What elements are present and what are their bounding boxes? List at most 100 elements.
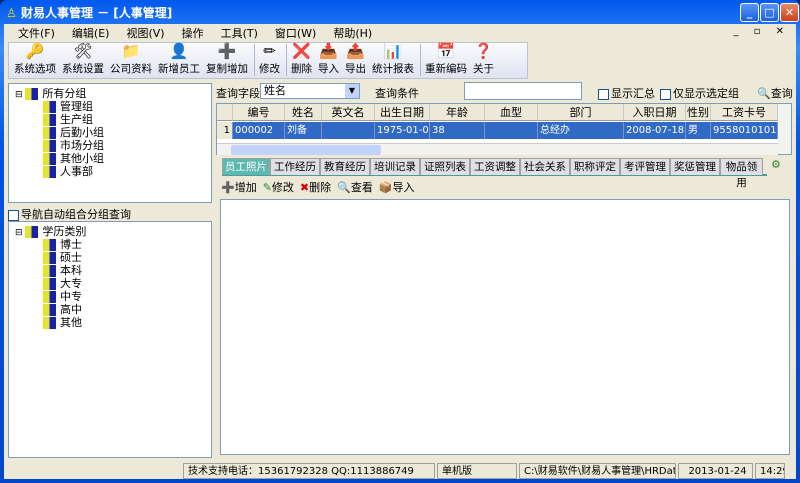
sub-toolbar-button[interactable]: ✖删除	[300, 179, 331, 195]
query-cond-input[interactable]	[464, 82, 582, 100]
search-button[interactable]: 🔍查询	[757, 85, 793, 101]
tree-root[interactable]: ⊟ 学历类别	[15, 225, 211, 238]
tab[interactable]: 考评管理	[620, 158, 670, 175]
nav-auto-combine-checkbox[interactable]: 导航自动组合分组查询	[8, 206, 131, 222]
column-header[interactable]: 入职日期	[624, 104, 686, 121]
menu-item[interactable]: 操作	[182, 25, 204, 41]
table-cell[interactable]	[485, 122, 538, 139]
tab[interactable]: 物品领用	[720, 158, 763, 189]
chevron-down-icon[interactable]: ▼	[345, 84, 359, 98]
column-header[interactable]: 性别	[686, 104, 711, 121]
tab[interactable]: 社会关系	[520, 158, 570, 175]
toolbar-button[interactable]: ✏ 修改	[259, 41, 280, 78]
toolbar-button[interactable]: 📥 导入	[318, 41, 339, 78]
tree-root[interactable]: ⊟ 所有分组	[15, 87, 211, 100]
toolbar-button[interactable]: ❓ 关于	[473, 41, 494, 78]
tree-item[interactable]: 管理组	[15, 100, 211, 113]
tab[interactable]: 工资调整	[470, 158, 520, 175]
toolbar-separator	[286, 44, 287, 76]
tree-item[interactable]: 后勤小组	[15, 126, 211, 139]
tree-item[interactable]: 市场分组	[15, 139, 211, 152]
query-field-select[interactable]: 姓名 ▼	[260, 83, 360, 99]
table-cell[interactable]	[322, 122, 375, 139]
table-cell[interactable]: 2008-07-18	[624, 122, 686, 139]
tree-item[interactable]: 其他	[15, 316, 211, 329]
tab[interactable]: 工作经历	[270, 158, 320, 175]
column-header[interactable]: 部门	[538, 104, 624, 121]
app-logo-icon: ♙	[6, 6, 17, 20]
toolbar-button[interactable]: ❌ 删除	[291, 41, 312, 78]
column-header[interactable]: 年龄	[430, 104, 485, 121]
menu-item[interactable]: 编辑(E)	[72, 25, 110, 41]
tree-item[interactable]: 大专	[15, 277, 211, 290]
collapse-icon[interactable]: ⊟	[15, 90, 25, 100]
show-summary-checkbox[interactable]: 显示汇总	[598, 85, 655, 101]
tree-item[interactable]: 硕士	[15, 251, 211, 264]
folder-icon	[25, 226, 39, 238]
tab-settings-icon[interactable]: ⚙	[771, 158, 781, 171]
column-header[interactable]: 工资卡号	[711, 104, 778, 121]
horizontal-scrollbar[interactable]	[217, 143, 778, 155]
table-cell[interactable]: 1975-01-01	[375, 122, 430, 139]
status-date: 2013-01-24	[678, 463, 753, 479]
menu-item[interactable]: 视图(V)	[126, 25, 164, 41]
menu-item[interactable]: 文件(F)	[18, 25, 55, 41]
column-header[interactable]: 血型	[485, 104, 538, 121]
education-tree[interactable]: ⊟ 学历类别 博士 硕士 本科 大专 中专 高中 其他	[8, 221, 212, 458]
tab[interactable]: 培训记录	[370, 158, 420, 175]
window-title: ♙ 财易人事管理 － [人事管理]	[6, 6, 173, 20]
tab[interactable]: 员工照片	[222, 158, 270, 175]
table-cell[interactable]: 000002	[233, 122, 285, 139]
view-icon: 🔍	[337, 181, 351, 194]
tab[interactable]: 奖惩管理	[670, 158, 720, 175]
toolbar-separator	[254, 44, 255, 76]
tree-item[interactable]: 其他小组	[15, 152, 211, 165]
toolbar-button[interactable]: 📁 公司资料	[110, 41, 152, 78]
maximize-button[interactable]: □	[760, 3, 779, 22]
toolbar-button[interactable]: 📊 统计报表	[372, 41, 414, 78]
folder-icon	[43, 127, 56, 139]
table-cell[interactable]: 38	[430, 122, 485, 139]
column-header[interactable]: 出生日期	[375, 104, 430, 121]
collapse-icon[interactable]: ⊟	[15, 228, 25, 238]
tab[interactable]: 职称评定	[570, 158, 620, 175]
tab[interactable]: 证照列表	[420, 158, 470, 175]
only-selected-checkbox[interactable]: 仅显示选定组	[660, 85, 739, 101]
folder-icon	[43, 252, 56, 264]
close-button[interactable]: ✕	[780, 3, 799, 22]
group-tree[interactable]: ⊟ 所有分组 管理组 生产组 后勤小组 市场分组 其他小组 人事部	[8, 83, 212, 203]
table-cell[interactable]: 总经办	[538, 122, 624, 139]
menu-item[interactable]: 帮助(H)	[333, 25, 372, 41]
toolbar-button[interactable]: 👤 新增员工	[158, 41, 200, 78]
table-cell[interactable]: 男	[686, 122, 711, 139]
tree-item[interactable]: 生产组	[15, 113, 211, 126]
sub-toolbar-button[interactable]: ➕增加	[221, 179, 257, 195]
column-header[interactable]: 编号	[233, 104, 285, 121]
status-support: 技术支持电话：15361792328 QQ:1113886749	[183, 463, 435, 479]
toolbar-button[interactable]: 📤 导出	[345, 41, 366, 78]
mdi-controls[interactable]: _ ▫ ✕	[733, 26, 790, 37]
sub-toolbar-button[interactable]: 🔍查看	[337, 179, 373, 195]
tree-item[interactable]: 人事部	[15, 165, 211, 178]
column-header[interactable]: 姓名	[285, 104, 322, 121]
tree-item[interactable]: 博士	[15, 238, 211, 251]
menu-item[interactable]: 窗口(W)	[275, 25, 316, 41]
tab[interactable]: 教育经历	[320, 158, 370, 175]
toolbar-button[interactable]: ➕ 复制增加	[206, 41, 248, 78]
tree-item[interactable]: 中专	[15, 290, 211, 303]
sub-toolbar-button[interactable]: ✎修改	[263, 179, 294, 195]
table-cell[interactable]: 刘备	[285, 122, 322, 139]
menu-item[interactable]: 工具(T)	[221, 25, 258, 41]
tree-item[interactable]: 高中	[15, 303, 211, 316]
toolbar-button[interactable]: 📅 重新编码	[425, 41, 467, 78]
table-cell[interactable]: 955801010111	[711, 122, 778, 139]
import-icon: 📦	[378, 181, 393, 194]
tree-item[interactable]: 本科	[15, 264, 211, 277]
sub-toolbar-button[interactable]: 📦导入	[379, 179, 415, 195]
minimize-button[interactable]: _	[740, 3, 759, 22]
toolbar-button[interactable]: 🔑 系统选项	[14, 41, 56, 78]
column-header[interactable]: 英文名	[322, 104, 375, 121]
key-icon: 🔑	[25, 42, 45, 60]
vertical-scrollbar[interactable]	[778, 104, 791, 154]
toolbar-button[interactable]: 🛠 系统设置	[62, 41, 104, 78]
